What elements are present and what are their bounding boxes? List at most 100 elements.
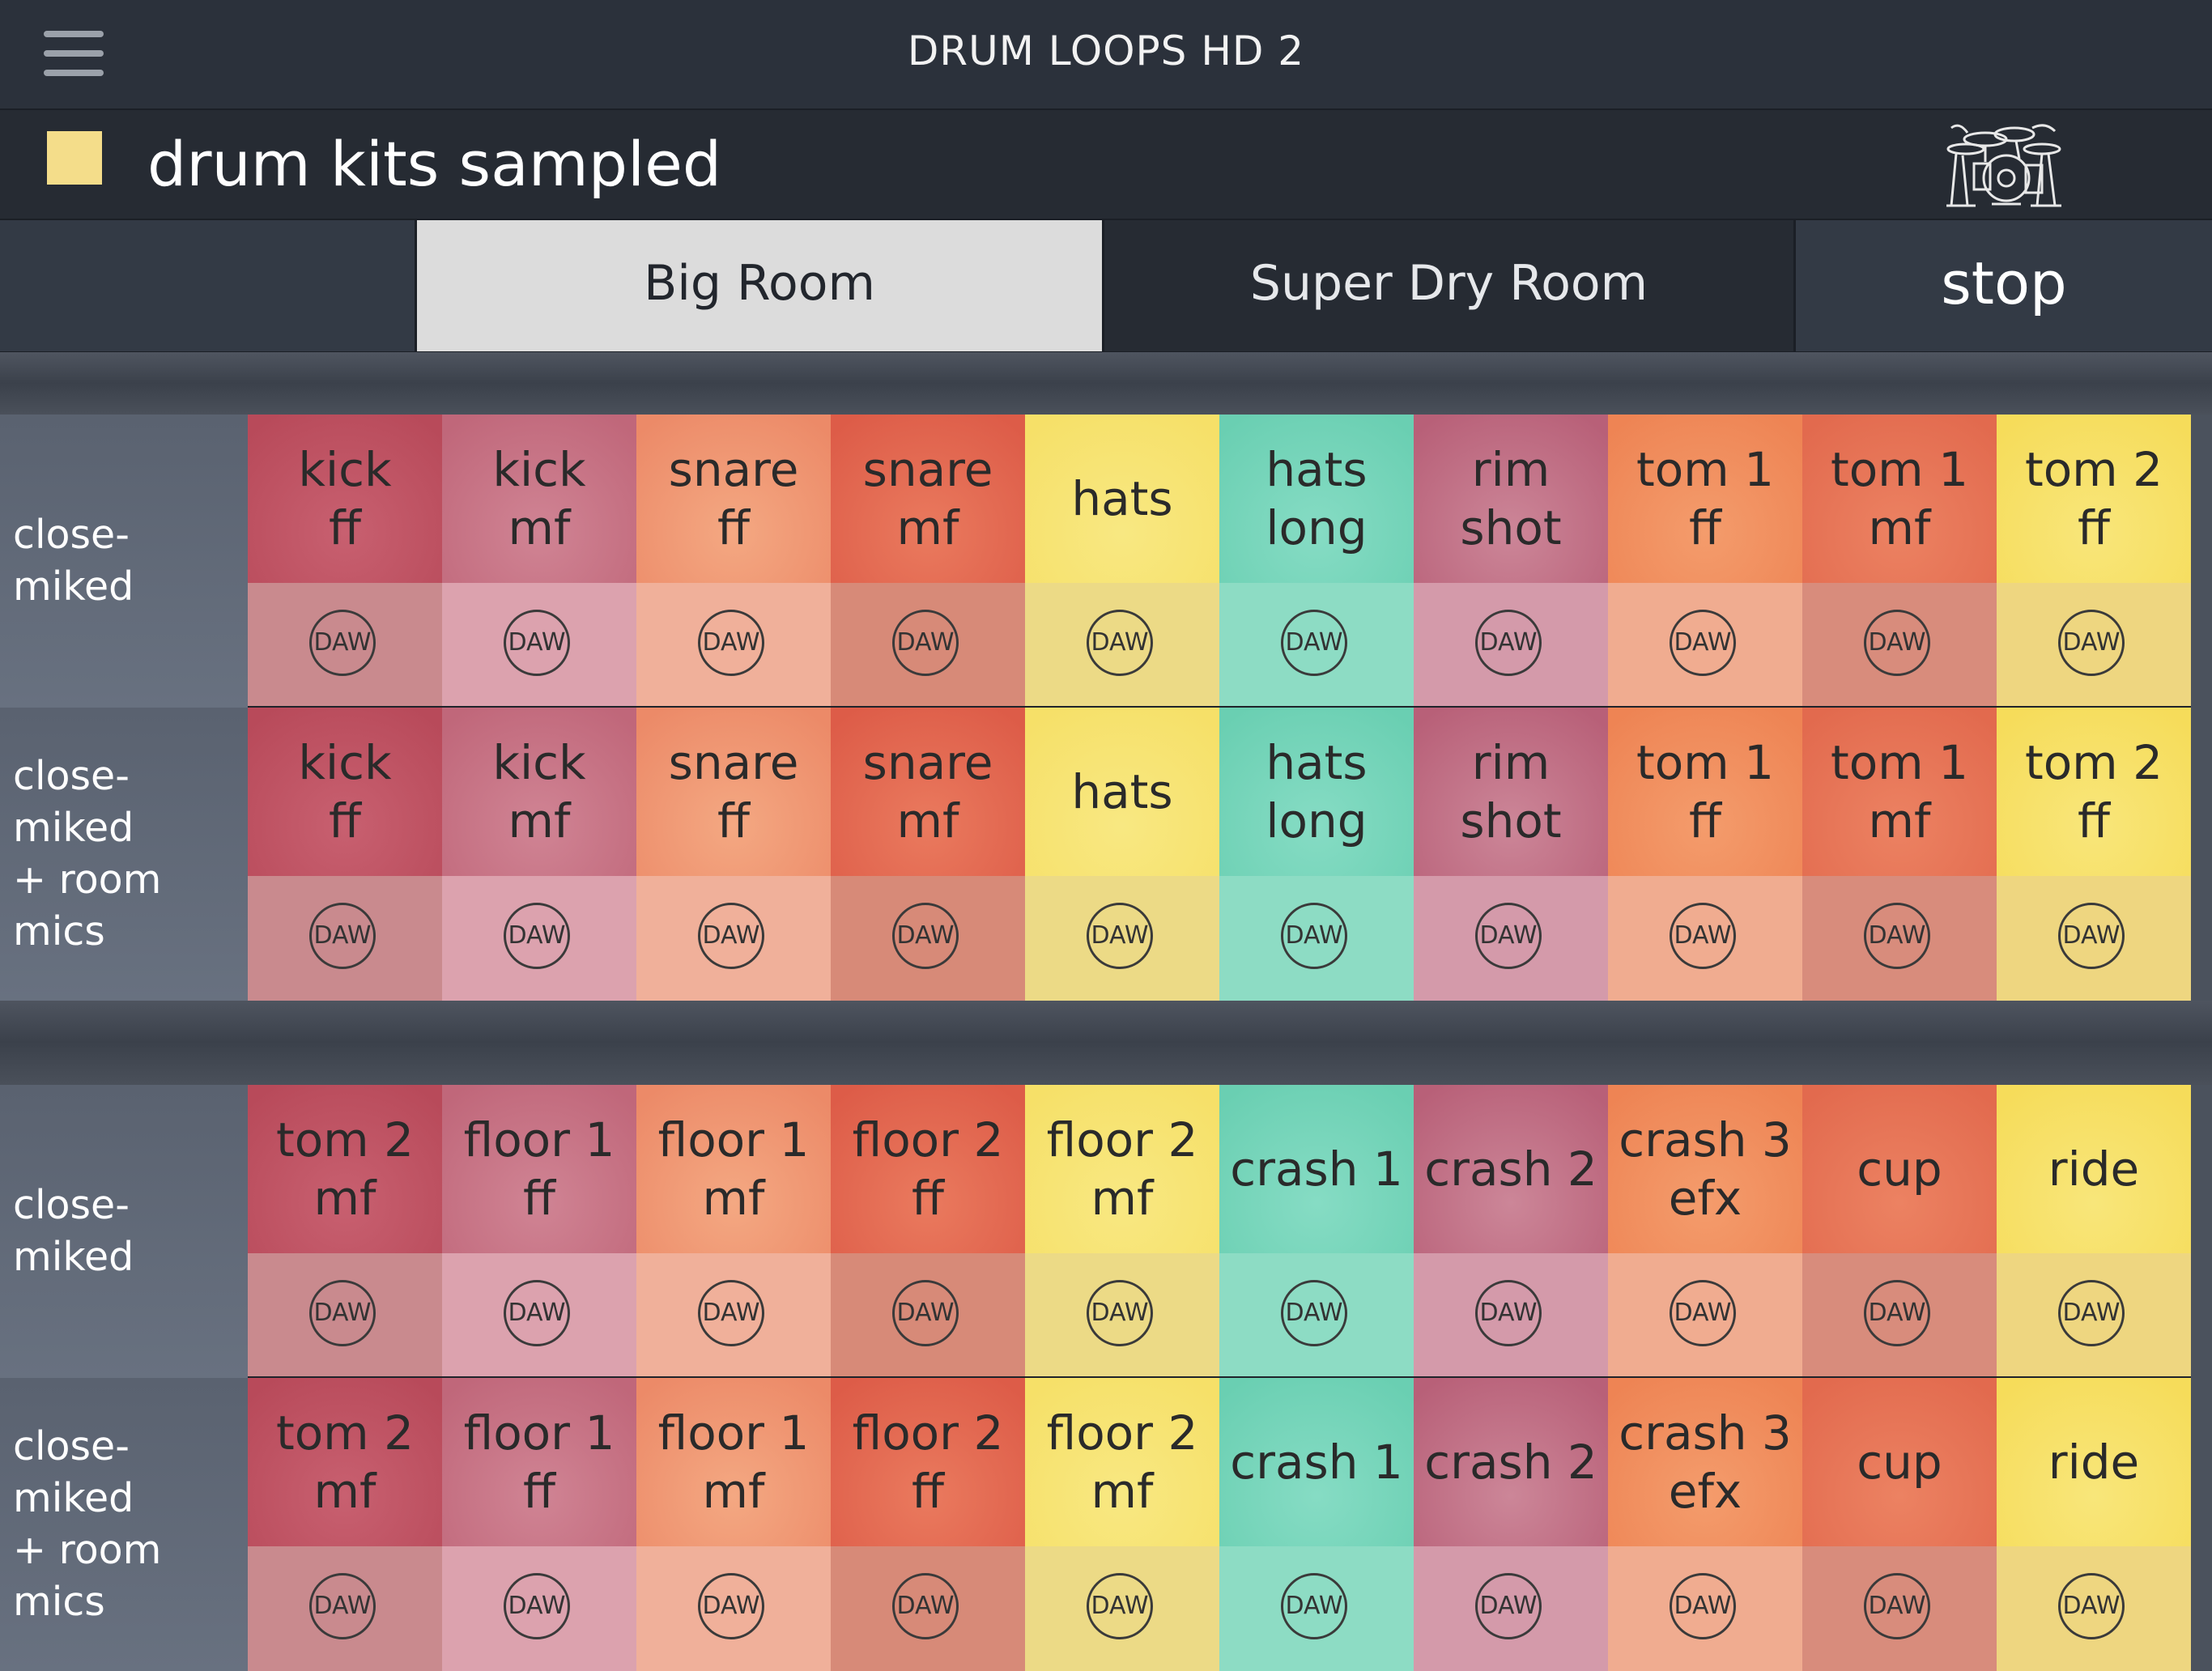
daw-export-button[interactable]: DAW bbox=[2058, 903, 2125, 969]
daw-export-button[interactable]: DAW bbox=[1281, 1573, 1347, 1639]
daw-export-button[interactable]: DAW bbox=[1281, 903, 1347, 969]
drum-pad[interactable]: crash 1 bbox=[1219, 1085, 1414, 1253]
daw-area: DAW bbox=[636, 583, 831, 708]
drum-pad[interactable]: floor 1 ff bbox=[442, 1085, 636, 1253]
daw-area: DAW bbox=[1608, 876, 1802, 1001]
drum-pad[interactable]: floor 2 mf bbox=[1025, 1378, 1219, 1546]
daw-export-button[interactable]: DAW bbox=[1281, 1280, 1347, 1346]
drum-pad[interactable]: floor 2 mf bbox=[1025, 1085, 1219, 1253]
daw-export-button[interactable]: DAW bbox=[892, 1573, 959, 1639]
daw-export-button[interactable]: DAW bbox=[892, 903, 959, 969]
pad-cell: tom 1 ff DAW bbox=[1608, 415, 1802, 708]
title-bar: DRUM LOOPS HD 2 bbox=[0, 0, 2212, 110]
daw-export-button[interactable]: DAW bbox=[1864, 610, 1930, 676]
room-tab-bar: Big Room Super Dry Room stop bbox=[0, 219, 2212, 354]
drum-pad[interactable]: crash 3 efx bbox=[1608, 1085, 1802, 1253]
daw-export-button[interactable]: DAW bbox=[309, 1573, 376, 1639]
drum-pad[interactable]: tom 1 ff bbox=[1608, 708, 1802, 876]
drum-pad[interactable]: tom 2 ff bbox=[1997, 708, 2191, 876]
daw-export-button[interactable]: DAW bbox=[1864, 1573, 1930, 1639]
drum-pad[interactable]: snare ff bbox=[636, 415, 831, 583]
daw-export-button[interactable]: DAW bbox=[698, 903, 764, 969]
daw-export-button[interactable]: DAW bbox=[309, 1280, 376, 1346]
drum-pad[interactable]: kick ff bbox=[248, 708, 442, 876]
daw-area: DAW bbox=[1414, 583, 1608, 708]
daw-export-button[interactable]: DAW bbox=[504, 903, 570, 969]
daw-export-button[interactable]: DAW bbox=[698, 1573, 764, 1639]
tab-super-dry-room[interactable]: Super Dry Room bbox=[1104, 220, 1796, 351]
daw-export-button[interactable]: DAW bbox=[1475, 1280, 1542, 1346]
pad-cell: snare ff DAW bbox=[636, 708, 831, 1001]
drum-pad[interactable]: tom 1 ff bbox=[1608, 415, 1802, 583]
hamburger-menu-icon[interactable] bbox=[44, 31, 104, 78]
pad-cell: tom 2 ff DAW bbox=[1997, 415, 2191, 708]
daw-export-button[interactable]: DAW bbox=[1475, 1573, 1542, 1639]
daw-area: DAW bbox=[1025, 1546, 1219, 1671]
pad-cell: snare mf DAW bbox=[831, 708, 1025, 1001]
drum-pad[interactable]: kick ff bbox=[248, 415, 442, 583]
daw-export-button[interactable]: DAW bbox=[2058, 1280, 2125, 1346]
drum-pad[interactable]: floor 2 ff bbox=[831, 1378, 1025, 1546]
daw-export-button[interactable]: DAW bbox=[1670, 1573, 1736, 1639]
daw-export-button[interactable]: DAW bbox=[504, 1573, 570, 1639]
daw-export-button[interactable]: DAW bbox=[1670, 1280, 1736, 1346]
daw-export-button[interactable]: DAW bbox=[1475, 610, 1542, 676]
drum-pad[interactable]: hats bbox=[1025, 708, 1219, 876]
daw-export-button[interactable]: DAW bbox=[504, 1280, 570, 1346]
drum-pad[interactable]: tom 1 mf bbox=[1802, 415, 1997, 583]
daw-export-button[interactable]: DAW bbox=[892, 610, 959, 676]
daw-export-button[interactable]: DAW bbox=[1475, 903, 1542, 969]
drum-pad[interactable]: rim shot bbox=[1414, 415, 1608, 583]
daw-export-button[interactable]: DAW bbox=[1087, 903, 1153, 969]
drum-pad[interactable]: hats bbox=[1025, 415, 1219, 583]
drum-pad[interactable]: kick mf bbox=[442, 415, 636, 583]
drum-pad[interactable]: floor 1 mf bbox=[636, 1378, 831, 1546]
drum-pad[interactable]: ride bbox=[1997, 1085, 2191, 1253]
daw-export-button[interactable]: DAW bbox=[698, 1280, 764, 1346]
drum-pad[interactable]: hats long bbox=[1219, 708, 1414, 876]
daw-export-button[interactable]: DAW bbox=[1087, 1280, 1153, 1346]
drum-pad[interactable]: snare mf bbox=[831, 708, 1025, 876]
row-label: close-miked + room mics bbox=[0, 1378, 248, 1671]
daw-export-button[interactable]: DAW bbox=[1087, 610, 1153, 676]
drum-pad[interactable]: crash 2 bbox=[1414, 1085, 1608, 1253]
drum-pad[interactable]: cup bbox=[1802, 1085, 1997, 1253]
drum-pad[interactable]: kick mf bbox=[442, 708, 636, 876]
tab-big-room[interactable]: Big Room bbox=[415, 220, 1104, 351]
drum-pad[interactable]: floor 1 ff bbox=[442, 1378, 636, 1546]
drum-pad[interactable]: snare mf bbox=[831, 415, 1025, 583]
drum-pad[interactable]: floor 1 mf bbox=[636, 1085, 831, 1253]
pad-cell: rim shot DAW bbox=[1414, 708, 1608, 1001]
daw-export-button[interactable]: DAW bbox=[1670, 903, 1736, 969]
daw-export-button[interactable]: DAW bbox=[504, 610, 570, 676]
drum-pad[interactable]: cup bbox=[1802, 1378, 1997, 1546]
daw-export-button[interactable]: DAW bbox=[1087, 1573, 1153, 1639]
daw-export-button[interactable]: DAW bbox=[1670, 610, 1736, 676]
daw-export-button[interactable]: DAW bbox=[2058, 1573, 2125, 1639]
drum-pad[interactable]: tom 2 ff bbox=[1997, 415, 2191, 583]
daw-export-button[interactable]: DAW bbox=[698, 610, 764, 676]
daw-export-button[interactable]: DAW bbox=[309, 903, 376, 969]
drum-kit-icon[interactable] bbox=[1935, 117, 2073, 212]
drum-pad[interactable]: crash 3 efx bbox=[1608, 1378, 1802, 1546]
drum-pad[interactable]: floor 2 ff bbox=[831, 1085, 1025, 1253]
daw-export-button[interactable]: DAW bbox=[892, 1280, 959, 1346]
drum-pad[interactable]: crash 1 bbox=[1219, 1378, 1414, 1546]
daw-export-button[interactable]: DAW bbox=[1281, 610, 1347, 676]
drum-pad[interactable]: rim shot bbox=[1414, 708, 1608, 876]
daw-export-button[interactable]: DAW bbox=[2058, 610, 2125, 676]
drum-pad[interactable]: tom 2 mf bbox=[248, 1378, 442, 1546]
drum-pad[interactable]: ride bbox=[1997, 1378, 2191, 1546]
pad-cell: tom 2 ff DAW bbox=[1997, 708, 2191, 1001]
daw-export-button[interactable]: DAW bbox=[309, 610, 376, 676]
drum-pad[interactable]: tom 1 mf bbox=[1802, 708, 1997, 876]
pad-cell: ride DAW bbox=[1997, 1378, 2191, 1671]
drum-pad[interactable]: snare ff bbox=[636, 708, 831, 876]
stop-button[interactable]: stop bbox=[1796, 220, 2212, 351]
drum-pad[interactable]: crash 2 bbox=[1414, 1378, 1608, 1546]
drum-pad[interactable]: hats long bbox=[1219, 415, 1414, 583]
drum-pad[interactable]: tom 2 mf bbox=[248, 1085, 442, 1253]
pad-cell: rim shot DAW bbox=[1414, 415, 1608, 708]
daw-export-button[interactable]: DAW bbox=[1864, 903, 1930, 969]
daw-export-button[interactable]: DAW bbox=[1864, 1280, 1930, 1346]
